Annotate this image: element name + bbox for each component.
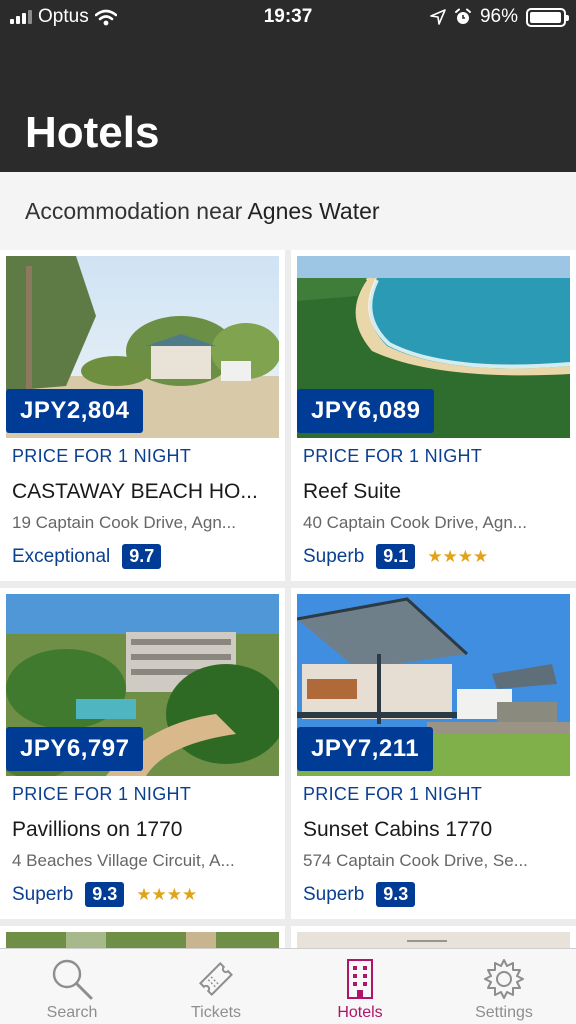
tab-label: Search	[46, 1004, 98, 1021]
hotel-card[interactable]: JPY7,211 PRICE FOR 1 NIGHT Sunset Cabins…	[291, 588, 576, 919]
price-label: PRICE FOR 1 NIGHT	[303, 784, 483, 804]
rating-word: Exceptional	[12, 545, 111, 567]
battery-percent: 96%	[479, 6, 518, 27]
app-header: Optus 19:37 96% Hotels	[0, 0, 576, 172]
price-label: PRICE FOR 1 NIGHT	[12, 784, 192, 804]
hotel-card-partial[interactable]	[0, 926, 285, 950]
score-badge: 9.7	[122, 544, 162, 569]
bottom-tab-bar: Search Tickets Hotels Settings	[0, 948, 576, 1024]
hotel-address: 40 Captain Cook Drive, Agn...	[303, 513, 527, 532]
status-bar: Optus 19:37 96%	[0, 0, 576, 34]
rating-row: Exceptional 9.7	[12, 544, 173, 569]
hotel-card[interactable]: JPY6,089 PRICE FOR 1 NIGHT Reef Suite 40…	[291, 250, 576, 581]
hotel-name: Reef Suite	[303, 480, 402, 503]
price-tag: JPY6,797	[6, 727, 144, 771]
tab-label: Settings	[475, 1004, 533, 1021]
subtitle-place: Agnes Water	[247, 198, 380, 224]
subtitle-prefix: Accommodation near	[25, 198, 243, 224]
hotel-card[interactable]: JPY6,797 PRICE FOR 1 NIGHT Pavillions on…	[0, 588, 285, 919]
page-title: Hotels	[25, 108, 160, 157]
score-badge: 9.1	[376, 544, 416, 569]
tab-label: Tickets	[190, 1004, 242, 1021]
tab-label: Hotels	[337, 1004, 383, 1021]
price-label: PRICE FOR 1 NIGHT	[303, 446, 483, 466]
location-subtitle: Accommodation near Agnes Water	[25, 198, 380, 225]
star-rating: ★★★★	[427, 546, 489, 566]
rating-word: Superb	[303, 883, 365, 905]
alarm-icon	[454, 8, 471, 24]
price-label: PRICE FOR 1 NIGHT	[12, 446, 192, 466]
tab-hotels[interactable]: Hotels	[288, 949, 432, 1024]
price-tag: JPY2,804	[6, 389, 144, 433]
hotel-address: 4 Beaches Village Circuit, A...	[12, 851, 235, 870]
search-icon	[52, 959, 93, 1000]
tab-settings[interactable]: Settings	[432, 949, 576, 1024]
rating-word: Superb	[303, 545, 365, 567]
score-badge: 9.3	[85, 882, 125, 907]
hotel-address: 19 Captain Cook Drive, Agn...	[12, 513, 236, 532]
gear-icon	[484, 959, 524, 999]
location-arrow-icon	[430, 9, 446, 25]
ticket-icon	[199, 962, 233, 996]
star-rating: ★★★★	[136, 884, 198, 904]
hotel-name: Pavillions on 1770	[12, 818, 183, 841]
rating-row: Superb 9.3 ★★★★	[12, 882, 197, 907]
hotel-card-partial[interactable]	[291, 926, 576, 950]
rating-word: Superb	[12, 883, 74, 905]
rating-row: Superb 9.1 ★★★★	[303, 544, 488, 569]
hotel-name: Sunset Cabins 1770	[303, 818, 493, 841]
hotel-building-icon	[347, 959, 373, 999]
battery-icon	[526, 7, 569, 27]
location-subtitle-bar: Accommodation near Agnes Water	[0, 172, 576, 250]
tab-tickets[interactable]: Tickets	[144, 949, 288, 1024]
hotel-address: 574 Captain Cook Drive, Se...	[303, 851, 528, 870]
hotel-card[interactable]: JPY2,804 PRICE FOR 1 NIGHT CASTAWAY BEAC…	[0, 250, 285, 581]
hotel-name: CASTAWAY BEACH HO...	[12, 480, 258, 503]
score-badge: 9.3	[376, 882, 416, 907]
price-tag: JPY6,089	[297, 389, 435, 433]
rating-row: Superb 9.3	[303, 882, 427, 907]
price-tag: JPY7,211	[297, 727, 434, 771]
tab-search[interactable]: Search	[0, 949, 144, 1024]
